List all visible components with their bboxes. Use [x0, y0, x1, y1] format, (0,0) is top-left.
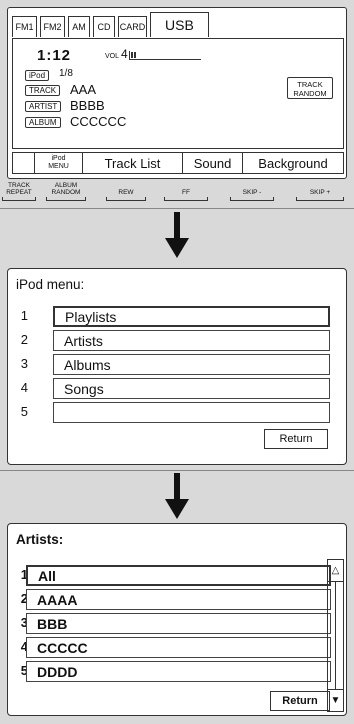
- row-number: 2: [20, 332, 28, 347]
- ipod-menu-line2: MENU: [48, 163, 69, 170]
- ipod-menu-button[interactable]: iPod MENU: [35, 153, 83, 173]
- artist-tag: ARTIST: [25, 101, 62, 112]
- audio-menu-row: iPod MENU Track List Sound Background: [12, 152, 344, 174]
- down-arrow-icon: [0, 212, 354, 258]
- background-button[interactable]: Background: [243, 153, 343, 173]
- ipod-menu-line1: iPod: [51, 155, 66, 162]
- row-number: 3: [20, 356, 28, 371]
- tab-usb[interactable]: USB: [150, 12, 209, 37]
- ipod-tag: iPod: [25, 70, 50, 81]
- track-random-line2: RANDOM: [293, 89, 327, 98]
- skip-minus-label: SKIP -: [242, 189, 262, 196]
- ipod-menu-title: iPod menu:: [16, 277, 85, 292]
- tab-fm1[interactable]: FM1: [12, 16, 37, 37]
- menu-spacer: [13, 153, 35, 173]
- skip-plus-key[interactable]: SKIP +: [296, 182, 344, 201]
- source-tabs: FM1 FM2 AM CD CARD USB: [12, 12, 212, 37]
- sound-button[interactable]: Sound: [183, 153, 243, 173]
- scroll-down-icon[interactable]: ▼: [328, 689, 343, 711]
- scrollbar[interactable]: △ ▼: [327, 559, 344, 712]
- menu-item-empty[interactable]: [53, 402, 330, 423]
- menu-item-songs[interactable]: Songs: [53, 378, 330, 399]
- menu-item-artists[interactable]: Artists: [53, 330, 330, 351]
- artist-item[interactable]: CCCCC: [26, 637, 331, 658]
- artist-value: BBBB: [70, 98, 105, 113]
- scroll-up-icon[interactable]: △: [328, 560, 343, 582]
- track-repeat-line2: REPEAT: [6, 189, 32, 196]
- menu-item-playlists[interactable]: Playlists: [53, 306, 330, 327]
- skip-plus-label: SKIP +: [309, 189, 331, 196]
- album-random-line2: RANDOM: [51, 189, 81, 196]
- track-repeat-key[interactable]: TRACK REPEAT: [2, 182, 36, 201]
- skip-minus-key[interactable]: SKIP -: [230, 182, 274, 201]
- tab-fm2[interactable]: FM2: [40, 16, 65, 37]
- now-playing-area: 1:12 VOL 4 iPod 1/8 TRACK AAA ARTIST BBB…: [12, 38, 344, 149]
- album-value: CCCCCC: [70, 114, 127, 129]
- artist-item[interactable]: AAAA: [26, 589, 331, 610]
- artist-item-all[interactable]: All: [26, 565, 331, 586]
- track-repeat-line1: TRACK: [7, 182, 31, 189]
- track-list-button[interactable]: Track List: [83, 153, 183, 173]
- volume-label: VOL: [105, 53, 120, 60]
- hardware-softkeys: TRACK REPEAT ALBUM RANDOM REW FF SKIP - …: [0, 180, 354, 206]
- return-button[interactable]: Return: [270, 691, 330, 711]
- tab-cd[interactable]: CD: [93, 16, 115, 37]
- artists-title: Artists:: [16, 532, 64, 547]
- down-arrow-icon: [0, 473, 354, 519]
- volume-value: 4: [121, 47, 128, 61]
- album-random-key[interactable]: ALBUM RANDOM: [46, 182, 86, 201]
- artist-item[interactable]: DDDD: [26, 661, 331, 682]
- track-random-button[interactable]: TRACK RANDOM: [287, 77, 333, 99]
- audio-screen: FM1 FM2 AM CD CARD USB 1:12 VOL 4 iPod 1…: [7, 7, 347, 179]
- tab-card[interactable]: CARD: [118, 16, 147, 37]
- album-tag: ALBUM: [25, 117, 61, 128]
- row-number: 1: [20, 308, 28, 323]
- artist-item[interactable]: BBB: [26, 613, 331, 634]
- track-tag: TRACK: [25, 85, 61, 96]
- ipod-count: 1/8: [59, 68, 73, 79]
- rew-key[interactable]: REW: [106, 182, 146, 201]
- section-divider: [0, 470, 354, 471]
- row-number: 5: [20, 404, 28, 419]
- menu-item-albums[interactable]: Albums: [53, 354, 330, 375]
- album-random-line1: ALBUM: [54, 182, 78, 189]
- artists-screen: Artists: 1 All 2 AAAA 3 BBB 4 CCCCC 5 DD…: [7, 523, 347, 716]
- ff-key[interactable]: FF: [164, 182, 208, 201]
- section-divider: [0, 208, 354, 209]
- return-button[interactable]: Return: [264, 429, 328, 449]
- row-number: 4: [20, 380, 28, 395]
- track-value: AAA: [70, 82, 97, 97]
- tab-am[interactable]: AM: [68, 16, 90, 37]
- ff-label: FF: [182, 189, 190, 196]
- ipod-menu-screen: iPod menu: 1 Playlists 2 Artists 3 Album…: [7, 268, 347, 465]
- volume-bar: [129, 51, 201, 60]
- rew-label: REW: [118, 189, 134, 196]
- elapsed-time: 1:12: [37, 47, 72, 64]
- scroll-track: [335, 582, 336, 689]
- track-random-line1: TRACK: [297, 80, 323, 89]
